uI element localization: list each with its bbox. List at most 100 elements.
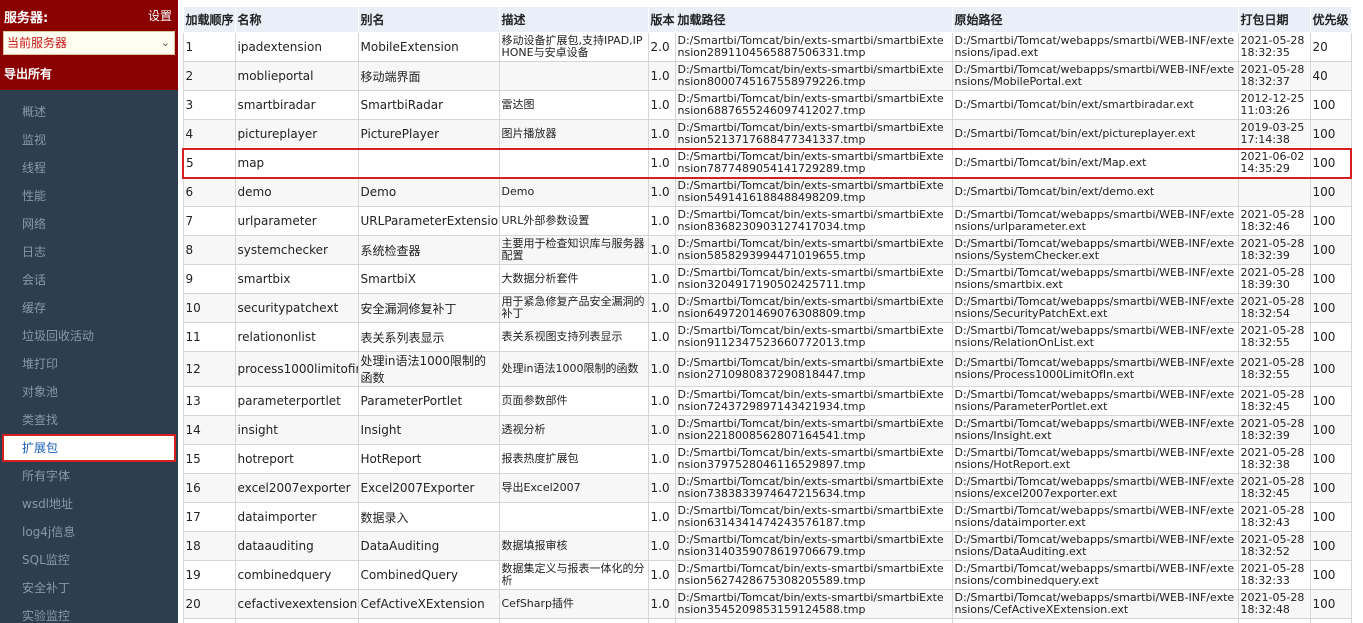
table-cell: D:/Smartbi/Tomcat/bin/exts-smartbi/smart… — [674, 90, 953, 120]
sidebar-item[interactable]: 概述 — [0, 98, 178, 126]
table-cell: 2021-05-28 18:32:39 — [1237, 415, 1311, 445]
table-row[interactable]: D:/Smartbi/Tomcat/bin/exts-smartbi/smart… — [182, 618, 1352, 623]
column-header[interactable]: 描述 — [498, 6, 649, 33]
table-row[interactable]: 10 securitypatchext 安全漏洞修复补丁 用于紧急修复产品安全漏洞的补… — [182, 293, 1352, 323]
sidebar-item[interactable]: 安全补丁 — [0, 574, 178, 602]
table-cell — [498, 147, 649, 179]
table-cell: Demo — [498, 177, 649, 207]
table-cell: D:/Smartbi/Tomcat/webapps/smartbi/WEB-IN… — [951, 444, 1239, 474]
table-row[interactable]: 9 smartbix SmartbiX 大数据分析套件 1.0 D:/Smartbi/To… — [182, 264, 1352, 294]
table-cell: D:/Smartbi/Tomcat/webapps/smartbi/WEB-IN… — [951, 386, 1239, 416]
sidebar-item[interactable]: 日志 — [0, 238, 178, 266]
table-cell: D:/Smartbi/Tomcat/bin/exts-smartbi/smart… — [674, 177, 953, 207]
table-cell: D:/Smartbi/Tomcat/bin/exts-smartbi/smart… — [674, 589, 953, 619]
sidebar-item[interactable]: 性能 — [0, 182, 178, 210]
table-cell: 2021-05-28 18:32:35 — [1237, 32, 1311, 62]
table-cell: 100 — [1309, 206, 1352, 236]
table-cell: demo — [234, 177, 359, 207]
table-row[interactable]: 5 map 1.0 D:/Smartbi/Tomcat/bin/exts-smartb… — [182, 147, 1352, 179]
table-cell: dataauditing — [234, 531, 359, 561]
table-cell: D:/Smartbi/Tomcat/bin/exts-smartbi/smart… — [674, 618, 953, 623]
table-cell: D:/Smartbi/Tomcat/bin/exts-smartbi/smart… — [674, 235, 953, 265]
settings-link[interactable]: 设置 — [148, 7, 172, 24]
table-cell: 表关系列表显示 — [357, 322, 500, 352]
table-cell: 100 — [1309, 560, 1352, 590]
column-header[interactable]: 加载顺序 — [182, 6, 236, 33]
table-row[interactable]: 1 ipadextension MobileExtension 移动设备扩展包,支持I… — [182, 32, 1352, 62]
table-cell: D:/Smartbi/Tomcat/bin/ext/demo.ext — [951, 177, 1239, 207]
column-header[interactable]: 优先级 — [1309, 6, 1352, 33]
table-cell — [498, 618, 649, 623]
table-cell: 系统检查器 — [357, 235, 500, 265]
table-cell: insight — [234, 415, 359, 445]
table-cell — [234, 618, 359, 623]
table-cell: 20 — [1309, 32, 1352, 62]
sidebar-item[interactable]: 会话 — [0, 266, 178, 294]
table-cell: 1.0 — [647, 444, 676, 474]
table-cell — [498, 61, 649, 91]
sidebar-item[interactable]: 垃圾回收活动 — [0, 322, 178, 350]
table-row[interactable]: 17 dataimporter 数据录入 1.0 D:/Smartbi/Tomcat/b… — [182, 502, 1352, 532]
table-cell: 2021-05-28 18:32:43 — [1237, 502, 1311, 532]
table-row[interactable]: 14 insight Insight 透视分析 1.0 D:/Smartbi/Tomcat… — [182, 415, 1352, 445]
table-cell: 12 — [182, 351, 236, 387]
table-row[interactable]: 13 parameterportlet ParameterPortlet 页面参数部件… — [182, 386, 1352, 416]
table-row[interactable]: 16 excel2007exporter Excel2007Exporter 导出Ex… — [182, 473, 1352, 503]
table-row[interactable]: 6 demo Demo Demo 1.0 D:/Smartbi/Tomcat/bin/ex… — [182, 177, 1352, 207]
table-cell: 8 — [182, 235, 236, 265]
table-cell: D:/Smartbi/Tomcat/webapps/smartbi/WEB-IN… — [951, 589, 1239, 619]
table-cell: 100 — [1309, 293, 1352, 323]
column-header[interactable]: 打包日期 — [1237, 6, 1311, 33]
export-all-link[interactable]: 导出所有 — [4, 65, 52, 82]
sidebar-item[interactable]: 实验监控 — [0, 602, 178, 623]
table-cell: 1.0 — [647, 351, 676, 387]
table-cell: D:/Smartbi/Tomcat/bin/ext/pictureplayer.… — [951, 119, 1239, 149]
sidebar-item[interactable]: wsdl地址 — [0, 490, 178, 518]
table-row[interactable]: 3 smartbiradar SmartbiRadar 雷达图 1.0 D:/Smartb… — [182, 90, 1352, 120]
table-cell: 报表热度扩展包 — [498, 444, 649, 474]
sidebar-item[interactable]: 对象池 — [0, 378, 178, 406]
sidebar-item[interactable]: 网络 — [0, 210, 178, 238]
table-row[interactable]: 15 hotreport HotReport 报表热度扩展包 1.0 D:/Smartbi… — [182, 444, 1352, 474]
table-cell — [647, 618, 676, 623]
table-cell: 1.0 — [647, 415, 676, 445]
sidebar-item[interactable]: 类查找 — [0, 406, 178, 434]
sidebar-item[interactable]: 监视 — [0, 126, 178, 154]
table-row[interactable]: 19 combinedquery CombinedQuery 数据集定义与报表一体化的… — [182, 560, 1352, 590]
table-cell: 1.0 — [647, 589, 676, 619]
sidebar-item[interactable]: 线程 — [0, 154, 178, 182]
table-row[interactable]: 8 systemchecker 系统检查器 主要用于检查知识库与服务器配置 1.0 D:/… — [182, 235, 1352, 265]
table-row[interactable]: 4 pictureplayer PicturePlayer 图片播放器 1.0 D:/Sm… — [182, 119, 1352, 149]
column-header[interactable]: 版本 — [647, 6, 676, 33]
column-header[interactable]: 原始路径 — [951, 6, 1239, 33]
table-row[interactable]: 18 dataauditing DataAuditing 数据填报审核 1.0 D:/Sm… — [182, 531, 1352, 561]
table-row[interactable]: 2 moblieportal 移动端界面 1.0 D:/Smartbi/Tomcat/b… — [182, 61, 1352, 91]
table-cell: CefActiveXExtension — [357, 589, 500, 619]
server-select[interactable]: 当前服务器 ⌄ — [3, 31, 175, 55]
column-header[interactable]: 加载路径 — [674, 6, 953, 33]
table-row[interactable]: 7 urlparameter URLParameterExtension URL外部参… — [182, 206, 1352, 236]
table-cell: 100 — [1309, 235, 1352, 265]
table-row[interactable]: 20 cefactivexextension CefActiveXExtension… — [182, 589, 1352, 619]
table-cell: 100 — [1309, 177, 1352, 207]
sidebar-item[interactable]: SQL监控 — [0, 546, 178, 574]
sidebar-item[interactable]: 堆打印 — [0, 350, 178, 378]
sidebar-item[interactable]: 扩展包 — [2, 434, 176, 462]
table-cell: D:/Smartbi/Tomcat/webapps/smartbi/WEB-IN… — [951, 618, 1239, 623]
table-cell: 1.0 — [647, 322, 676, 352]
table-cell: 1.0 — [647, 473, 676, 503]
column-header[interactable]: 别名 — [357, 6, 500, 33]
column-header[interactable]: 名称 — [234, 6, 359, 33]
table-cell: D:/Smartbi/Tomcat/webapps/smartbi/WEB-IN… — [951, 61, 1239, 91]
table-row[interactable]: 11 relationonlist 表关系列表显示 表关系视图支持列表显示 1.0 D:/… — [182, 322, 1352, 352]
table-cell: URLParameterExtension — [357, 206, 500, 236]
table-cell: parameterportlet — [234, 386, 359, 416]
table-row[interactable]: 12 process1000limitofin 处理in语法1000限制的函数 处理i… — [182, 351, 1352, 387]
table-cell: 100 — [1309, 589, 1352, 619]
table-cell: D:/Smartbi/Tomcat/bin/exts-smartbi/smart… — [674, 351, 953, 387]
sidebar-item[interactable]: 所有字体 — [0, 462, 178, 490]
sidebar-item[interactable]: 缓存 — [0, 294, 178, 322]
sidebar-item[interactable]: log4j信息 — [0, 518, 178, 546]
table-cell: 2021-05-28 18:32:48 — [1237, 589, 1311, 619]
table-cell: D:/Smartbi/Tomcat/bin/ext/smartbiradar.e… — [951, 90, 1239, 120]
